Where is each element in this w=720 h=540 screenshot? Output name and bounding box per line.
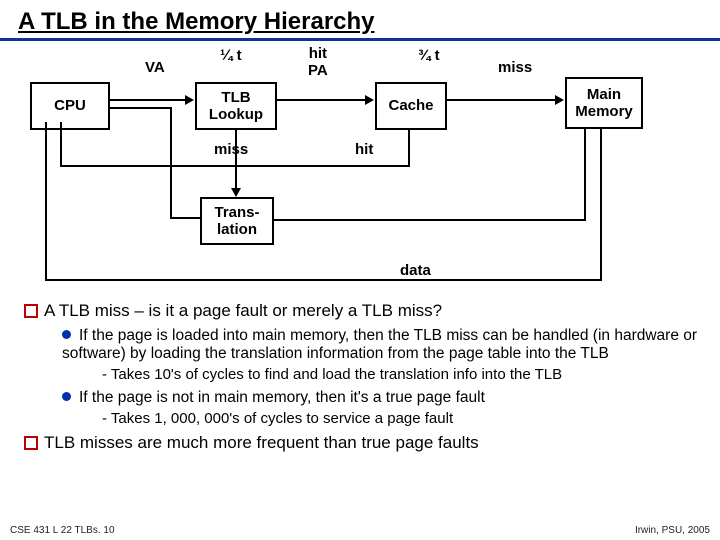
square-bullet-icon [24,304,38,318]
square-bullet-icon [24,436,38,450]
bullet-d2: If the page is not in main memory, then … [62,389,710,407]
translation-box: Trans-lation [200,197,274,245]
arrow-trans-mem [274,219,584,221]
main-memory-box: MainMemory [565,77,643,129]
arrow-tlb-miss-down [235,130,237,190]
arrow-head [185,95,194,105]
cache-box: Cache [375,82,447,130]
q2-text: TLB misses are much more frequent than t… [44,433,479,452]
tlb-lookup-box: TLBLookup [195,82,277,130]
arrow-cache-hit-v [408,130,410,165]
arrow-head [231,188,241,197]
arrow-trans-up [170,107,172,219]
quarter-t-label: ¼ t [220,47,242,64]
dot-bullet-icon [62,330,71,339]
hit-pa-label: hitPA [308,45,328,79]
arrow-data-h [45,279,602,281]
footer-right: Irwin, PSU, 2005 [635,525,710,536]
miss-top-label: miss [498,59,532,76]
arrow-cache-hit-up [60,122,62,167]
arrow-cache-hit-h [60,165,410,167]
footer-left: CSE 431 L 22 TLBs. 10 [10,525,115,536]
arrow-mem-down [600,129,602,279]
slide-title: A TLB in the Memory Hierarchy [0,0,720,41]
footer: CSE 431 L 22 TLBs. 10 Irwin, PSU, 2005 [0,525,720,536]
arrow-cache-mem [447,99,557,101]
arrow-cpu-tlb [110,99,187,101]
arrow-head [555,95,564,105]
hit-bottom-label: hit [355,141,373,158]
data-label: data [400,262,431,279]
arrow-head [365,95,374,105]
arrow-trans-to-cpu [110,107,172,109]
content-body: A TLB miss – is it a page fault or merel… [0,301,720,453]
tlb-diagram: CPU TLBLookup Cache MainMemory Trans-lat… [10,47,710,297]
bullet-s2: - Takes 1, 000, 000's of cycles to servi… [102,410,710,427]
arrow-head [24,118,33,128]
bullet-q1: A TLB miss – is it a page fault or merel… [24,301,710,321]
dot-bullet-icon [62,392,71,401]
arrow-trans-mem-v [584,127,586,221]
d1-text: If the page is loaded into main memory, … [62,327,697,362]
arrow-tlb-cache [277,99,367,101]
q1-text: A TLB miss – is it a page fault or merel… [44,301,442,320]
bullet-s1: - Takes 10's of cycles to find and load … [102,366,710,383]
arrow-data-up [45,122,47,281]
bullet-q2: TLB misses are much more frequent than t… [24,433,710,453]
cpu-box: CPU [30,82,110,130]
miss-bottom-label: miss [214,141,248,158]
bullet-d1: If the page is loaded into main memory, … [62,327,710,363]
three-quarter-t-label: ¾ t [418,47,440,64]
va-label: VA [145,59,165,76]
d2-text: If the page is not in main memory, then … [79,389,485,406]
arrow-trans-left [170,217,200,219]
